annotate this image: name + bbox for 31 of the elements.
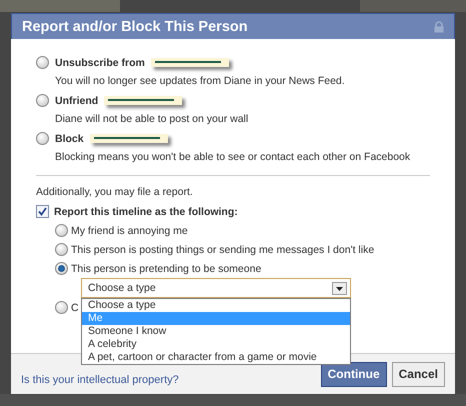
option-label: Unsubscribe from: [55, 56, 145, 68]
intellectual-property-link[interactable]: Is this your intellectual property?: [21, 374, 179, 386]
option-label: Unfriend: [55, 94, 98, 106]
option-label: Block: [55, 132, 84, 144]
type-dropdown[interactable]: Choose a type: [81, 278, 351, 298]
radio-button[interactable]: [36, 56, 49, 69]
radio-button[interactable]: [55, 243, 68, 256]
option-description: Diane will not be able to post on your wall: [54, 112, 250, 127]
reason-label: My friend is annoying me: [71, 224, 188, 236]
caret-icon: [332, 282, 347, 294]
radio-button[interactable]: [36, 94, 49, 107]
radio-button[interactable]: [55, 224, 68, 237]
checkbox[interactable]: [36, 205, 49, 218]
radio-button[interactable]: [36, 132, 49, 145]
reason-label: C: [71, 302, 79, 314]
option-description: You will no longer see updates from Diane in your News Feed.: [54, 74, 346, 89]
dropdown-option[interactable]: Someone I know: [82, 325, 350, 338]
reason-label: This person is posting things or sending me messages I don't like: [71, 244, 374, 256]
continue-button[interactable]: Continue: [320, 362, 387, 386]
reason-label: This person is pretending to be someone: [71, 262, 262, 274]
report-intro: Additionally, you may file a report.: [36, 185, 194, 200]
dropdown-option[interactable]: A celebrity: [82, 338, 350, 351]
lock-icon: [434, 20, 444, 32]
checkbox-label: Report this timeline as the following:: [54, 206, 238, 218]
cancel-button[interactable]: Cancel: [392, 362, 445, 386]
dropdown-option[interactable]: A pet, cartoon or character from a game or movie: [82, 351, 350, 364]
radio-button[interactable]: [55, 301, 68, 314]
radio-button[interactable]: [55, 262, 68, 275]
dropdown-option[interactable]: Choose a type: [82, 299, 350, 312]
option-description: Blocking means you won't be able to see or contact each other on Facebook: [54, 150, 412, 165]
window-title: Report and/or Block This Person: [22, 18, 248, 34]
